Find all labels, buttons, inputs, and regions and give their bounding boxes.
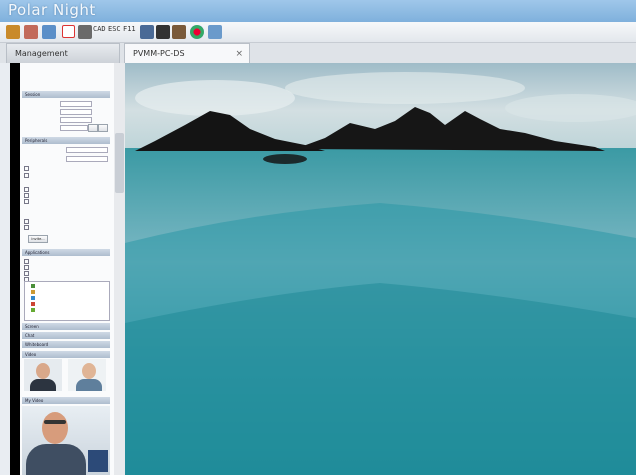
ctrl-alt-del-icon[interactable]: CAD: [93, 26, 106, 33]
pen-icon[interactable]: [78, 25, 92, 39]
section-session[interactable]: Session: [22, 91, 110, 98]
invite-button[interactable]: Invite...: [28, 235, 48, 243]
participant-body: [30, 379, 56, 391]
remote-desktop-view[interactable]: [125, 63, 636, 475]
option-row[interactable]: [24, 225, 30, 231]
color-icon[interactable]: [190, 25, 204, 39]
tree-item[interactable]: [31, 290, 37, 295]
new-button[interactable]: [98, 124, 108, 132]
tree-item[interactable]: [31, 296, 37, 301]
title-bar: Polar Night: [0, 0, 636, 22]
option-row[interactable]: [24, 173, 30, 179]
my-body: [26, 444, 86, 475]
app-option[interactable]: [24, 271, 30, 277]
search-icon[interactable]: [42, 25, 56, 39]
option-row[interactable]: [24, 187, 30, 193]
tab-bar: Management PVMM-PC-DS ×: [0, 43, 636, 63]
participant-body: [76, 379, 102, 391]
toolbar: CAD ESC F11: [0, 22, 636, 43]
section-whiteboard[interactable]: Whiteboard: [22, 341, 110, 348]
close-icon[interactable]: ×: [235, 44, 243, 64]
app-option[interactable]: [24, 259, 30, 265]
tab-management[interactable]: Management: [6, 43, 120, 63]
my-video-preview: [22, 406, 110, 475]
option-row[interactable]: [24, 219, 30, 225]
resolution-select[interactable]: [66, 147, 108, 153]
cloud: [135, 80, 295, 116]
participant-video: [68, 359, 106, 391]
option-row[interactable]: [24, 193, 30, 199]
section-video[interactable]: Video: [22, 351, 110, 358]
password-field[interactable]: [60, 117, 92, 123]
app-option[interactable]: [24, 265, 30, 271]
session-id-field: [60, 101, 92, 107]
background-monitor: [88, 450, 108, 472]
session-key-field[interactable]: [60, 125, 88, 131]
sidebar: Session Peripherals Invite... Applicatio…: [20, 63, 115, 475]
section-screen[interactable]: Screen: [22, 323, 110, 330]
option-row: [24, 166, 30, 172]
scroll-thumb[interactable]: [115, 133, 124, 193]
tree-item[interactable]: [31, 284, 37, 289]
tab-remote-session[interactable]: PVMM-PC-DS ×: [124, 43, 250, 63]
color-depth-select[interactable]: [66, 156, 108, 162]
section-chat[interactable]: Chat: [22, 332, 110, 339]
cloud: [285, 72, 525, 104]
desktop-wallpaper: [125, 63, 636, 475]
shield-icon[interactable]: [140, 25, 154, 39]
record-icon[interactable]: [62, 25, 75, 38]
monitor-icon[interactable]: [156, 25, 170, 39]
f11-icon[interactable]: F11: [123, 26, 136, 33]
sidebar-edge: [10, 63, 20, 475]
esc-icon[interactable]: ESC: [108, 26, 121, 33]
tree-item[interactable]: [31, 308, 37, 313]
tools-icon[interactable]: [172, 25, 186, 39]
sidebar-scrollbar[interactable]: [114, 63, 125, 475]
tab-label: PVMM-PC-DS: [133, 49, 185, 58]
participant-face: [36, 363, 50, 379]
window-title: Polar Night: [8, 1, 96, 19]
application-tree[interactable]: [24, 281, 110, 321]
my-face: [42, 412, 68, 444]
help-icon[interactable]: [208, 25, 222, 39]
participant-face: [82, 363, 96, 379]
section-applications[interactable]: Applications: [22, 249, 110, 256]
key-icon[interactable]: [6, 25, 20, 39]
glasses-icon: [44, 420, 66, 424]
tab-label: Management: [15, 49, 68, 58]
copy-button[interactable]: [88, 124, 98, 132]
connect-icon[interactable]: [24, 25, 38, 39]
section-my-video[interactable]: My Video: [22, 397, 110, 404]
participant-video: [24, 359, 62, 391]
wave-streaks: [125, 283, 636, 475]
user-count-field: [60, 109, 92, 115]
option-row[interactable]: [24, 199, 30, 205]
rock: [263, 154, 307, 164]
section-peripherals[interactable]: Peripherals: [22, 137, 110, 144]
tree-item[interactable]: [31, 302, 37, 307]
